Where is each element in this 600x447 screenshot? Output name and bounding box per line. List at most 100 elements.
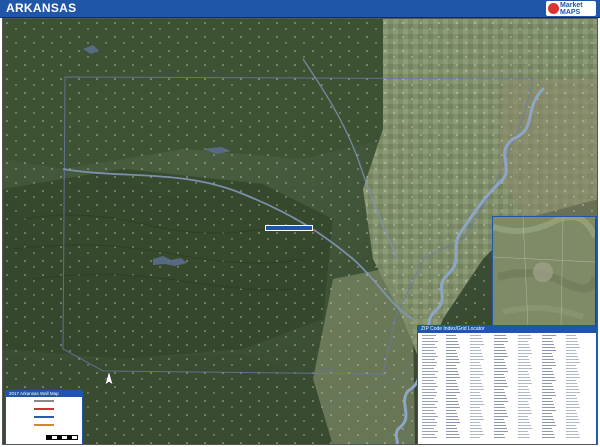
index-entry	[566, 431, 578, 432]
index-entry	[494, 353, 507, 354]
index-entry	[518, 437, 530, 438]
index-entry	[518, 389, 529, 390]
index-entry	[470, 374, 484, 375]
index-entry	[566, 356, 578, 357]
index-entry	[470, 425, 481, 426]
index-entry	[446, 374, 459, 375]
index-entry	[446, 356, 458, 357]
index-entry	[494, 377, 505, 378]
index-entry	[542, 413, 552, 414]
index-entry	[494, 404, 504, 405]
zip-code-index[interactable]: ZIP Code Index/Grid Locator	[417, 325, 597, 444]
index-entry	[566, 377, 580, 378]
index-entry	[518, 371, 528, 372]
index-entry	[470, 344, 484, 345]
index-entry	[494, 356, 508, 357]
index-entry	[566, 344, 579, 345]
index-entry	[518, 350, 531, 351]
index-entry	[446, 377, 460, 378]
satellite-map[interactable]: ZIP Code Index/Grid Locator 2017 Arkansa…	[2, 18, 598, 445]
inset-canvas	[493, 217, 596, 328]
index-entry	[518, 425, 531, 426]
index-entry	[470, 389, 484, 390]
index-entry	[494, 347, 505, 348]
index-entry	[494, 374, 504, 375]
index-entry	[518, 392, 530, 393]
index-entry	[494, 341, 508, 342]
index-entry	[494, 365, 506, 366]
index-entry	[446, 380, 456, 381]
index-entry	[566, 341, 578, 342]
index-entry	[518, 338, 532, 339]
index-entry	[542, 344, 554, 345]
index-entry	[446, 335, 456, 336]
index-entry	[446, 407, 460, 408]
legend-row	[6, 397, 82, 405]
index-entry	[494, 434, 504, 435]
index-entry	[518, 377, 530, 378]
index-entry	[542, 359, 554, 360]
index-entry	[494, 362, 505, 363]
index-entry	[518, 344, 529, 345]
index-entry	[542, 362, 555, 363]
index-entry	[518, 383, 532, 384]
logo-text: Market MAPS	[560, 2, 583, 16]
index-entry	[470, 404, 484, 405]
index-entry	[518, 410, 531, 411]
index-entry	[518, 434, 529, 435]
index-entry	[566, 365, 576, 366]
index-entry	[542, 383, 552, 384]
index-entry	[470, 383, 482, 384]
map-legend: 2017 Arkansas Wall Map	[5, 390, 83, 444]
index-entry	[542, 368, 552, 369]
index-entry	[566, 398, 577, 399]
north-arrow-icon	[104, 371, 114, 386]
index-entry	[446, 338, 457, 339]
index-entry	[470, 422, 480, 423]
index-entry	[566, 389, 579, 390]
index-entry	[494, 422, 505, 423]
index-title: ZIP Code Index/Grid Locator	[418, 326, 596, 333]
index-entry	[542, 410, 556, 411]
index-entry	[518, 359, 529, 360]
index-entry	[494, 398, 507, 399]
index-entry	[446, 437, 460, 438]
index-entry	[470, 341, 483, 342]
index-entry	[494, 431, 508, 432]
index-entry	[518, 419, 529, 420]
index-entry	[518, 356, 528, 357]
legend-row	[6, 421, 82, 429]
index-entry	[446, 401, 458, 402]
index-entry	[470, 368, 482, 369]
index-entry	[542, 371, 553, 372]
index-entry	[494, 389, 504, 390]
index-entry	[470, 338, 482, 339]
index-entry	[494, 413, 507, 414]
marketmaps-logo-icon: Market MAPS	[546, 1, 596, 16]
legend-row	[6, 413, 82, 421]
index-entry	[566, 380, 576, 381]
index-entry	[566, 353, 577, 354]
index-entry	[542, 401, 553, 402]
inset-map[interactable]	[492, 216, 597, 329]
index-entry	[542, 392, 555, 393]
index-entry	[446, 428, 457, 429]
scale-bar	[46, 435, 78, 440]
index-entry	[470, 395, 481, 396]
index-entry	[542, 377, 555, 378]
index-entry	[542, 353, 552, 354]
index-entry	[470, 434, 484, 435]
index-entry	[542, 431, 553, 432]
index-entry	[470, 407, 480, 408]
index-entry	[566, 338, 577, 339]
index-entry	[446, 392, 460, 393]
index-entry	[470, 413, 482, 414]
title-bar: ARKANSAS Market MAPS	[0, 0, 600, 18]
index-entry	[446, 431, 458, 432]
index-entry	[446, 362, 460, 363]
index-entry	[494, 359, 504, 360]
index-entry	[518, 374, 529, 375]
index-entry	[542, 365, 556, 366]
index-entry	[566, 410, 576, 411]
index-entry	[470, 386, 483, 387]
